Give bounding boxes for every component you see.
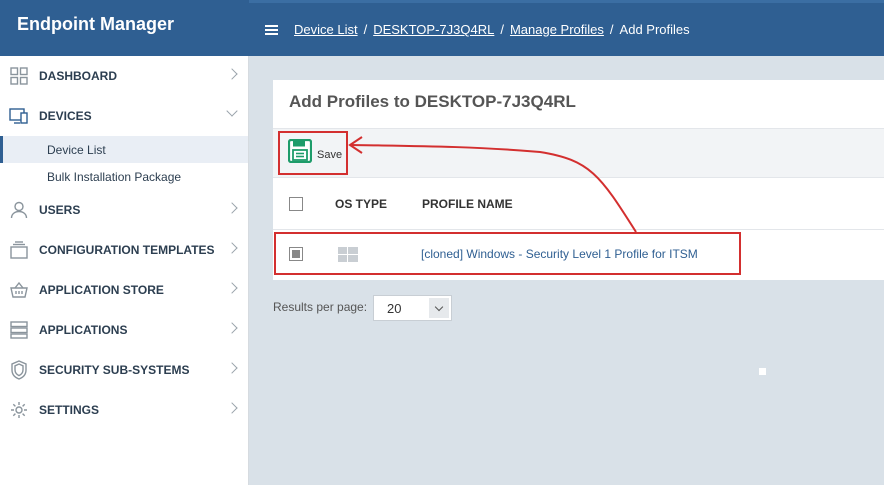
breadcrumb-current: Add Profiles [619, 22, 690, 37]
results-per-page-select[interactable]: 20 [373, 295, 452, 321]
sidebar-item-settings[interactable]: SETTINGS [0, 390, 248, 430]
sidebar-item-label: SECURITY SUB-SYSTEMS [39, 363, 190, 377]
chevron-right-icon [226, 202, 238, 214]
page-title: Add Profiles to DESKTOP-7J3Q4RL [289, 92, 576, 111]
shield-icon [9, 360, 29, 380]
sidebar-item-applications[interactable]: APPLICATIONS [0, 310, 248, 350]
sidebar-item-label: APPLICATION STORE [39, 283, 164, 297]
sidebar-item-application-store[interactable]: APPLICATION STORE [0, 270, 248, 310]
sidebar: DASHBOARD DEVICES Device List Bulk Insta… [0, 56, 249, 485]
applications-icon [9, 320, 29, 340]
column-profile-name[interactable]: PROFILE NAME [422, 197, 513, 211]
sidebar-item-label: USERS [39, 203, 81, 217]
devices-icon [9, 106, 29, 126]
breadcrumb-device-list[interactable]: Device List [294, 22, 358, 37]
chevron-down-icon[interactable] [429, 298, 449, 318]
column-os-type[interactable]: OS TYPE [335, 197, 387, 211]
top-bar: Device List / DESKTOP-7J3Q4RL / Manage P… [249, 0, 884, 56]
chevron-right-icon [226, 322, 238, 334]
app-title: Endpoint Manager [0, 0, 249, 56]
save-label: Save [317, 149, 343, 161]
chevron-right-icon [226, 242, 238, 254]
results-per-page-value: 20 [387, 301, 402, 316]
gear-icon [9, 400, 29, 420]
sidebar-item-users[interactable]: USERS [0, 190, 248, 230]
sidebar-item-dashboard[interactable]: DASHBOARD [0, 56, 248, 96]
results-per-page-label: Results per page: [273, 300, 368, 314]
sidebar-item-devices[interactable]: DEVICES [0, 96, 248, 136]
sidebar-item-label: DEVICES [39, 109, 92, 123]
sidebar-item-configuration-templates[interactable]: CONFIGURATION TEMPLATES [0, 230, 248, 270]
templates-icon [9, 240, 29, 260]
sidebar-subitem-bulk-installation[interactable]: Bulk Installation Package [0, 163, 248, 190]
row-highlight-box [274, 232, 741, 275]
chevron-right-icon [226, 282, 238, 294]
save-floppy-icon [287, 138, 313, 168]
chevron-right-icon [226, 362, 238, 374]
sidebar-item-label: APPLICATIONS [39, 323, 128, 337]
breadcrumb-manage-profiles[interactable]: Manage Profiles [510, 22, 604, 37]
chevron-down-icon [226, 105, 238, 117]
dashboard-grid-icon [9, 66, 29, 86]
select-all-checkbox[interactable] [289, 196, 303, 211]
breadcrumb-device[interactable]: DESKTOP-7J3Q4RL [373, 22, 494, 37]
table-header: OS TYPE PROFILE NAME [273, 178, 884, 230]
sidebar-item-label: SETTINGS [39, 403, 100, 417]
save-button[interactable]: Save [278, 131, 348, 175]
sidebar-item-label: CONFIGURATION TEMPLATES [39, 243, 215, 257]
chevron-right-icon [226, 68, 238, 80]
stray-marker [759, 368, 766, 375]
basket-icon [9, 280, 29, 300]
user-icon [9, 200, 29, 220]
hamburger-menu-icon[interactable] [265, 25, 278, 35]
toolbar: Save [273, 128, 884, 178]
chevron-right-icon [226, 402, 238, 414]
breadcrumb: Device List / DESKTOP-7J3Q4RL / Manage P… [294, 22, 690, 37]
sidebar-item-label: DASHBOARD [39, 69, 117, 83]
sidebar-subitem-device-list[interactable]: Device List [0, 136, 248, 163]
sidebar-item-security-sub-systems[interactable]: SECURITY SUB-SYSTEMS [0, 350, 248, 390]
